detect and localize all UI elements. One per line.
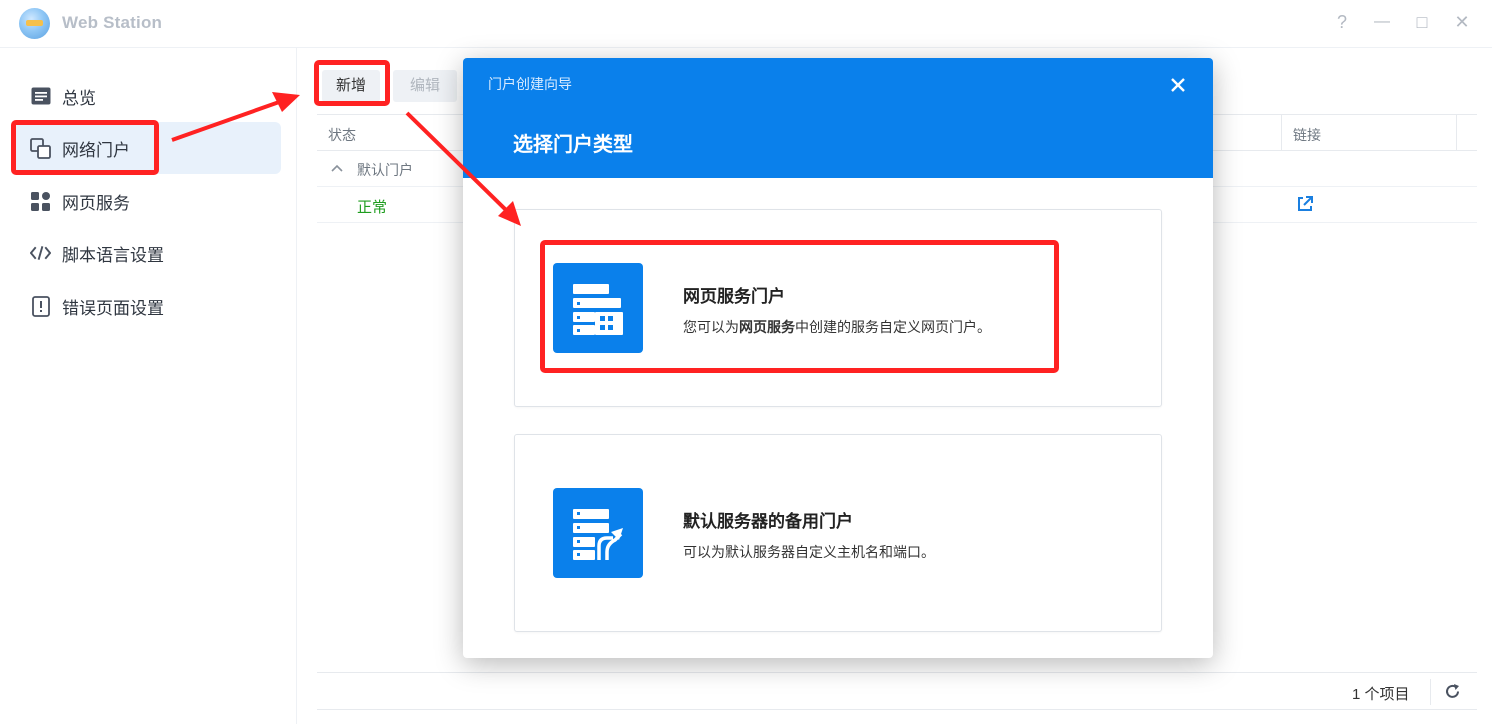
annotation-arrows xyxy=(171,92,521,226)
annotation-arrow xyxy=(405,111,510,214)
annotation-arrow xyxy=(171,99,283,142)
